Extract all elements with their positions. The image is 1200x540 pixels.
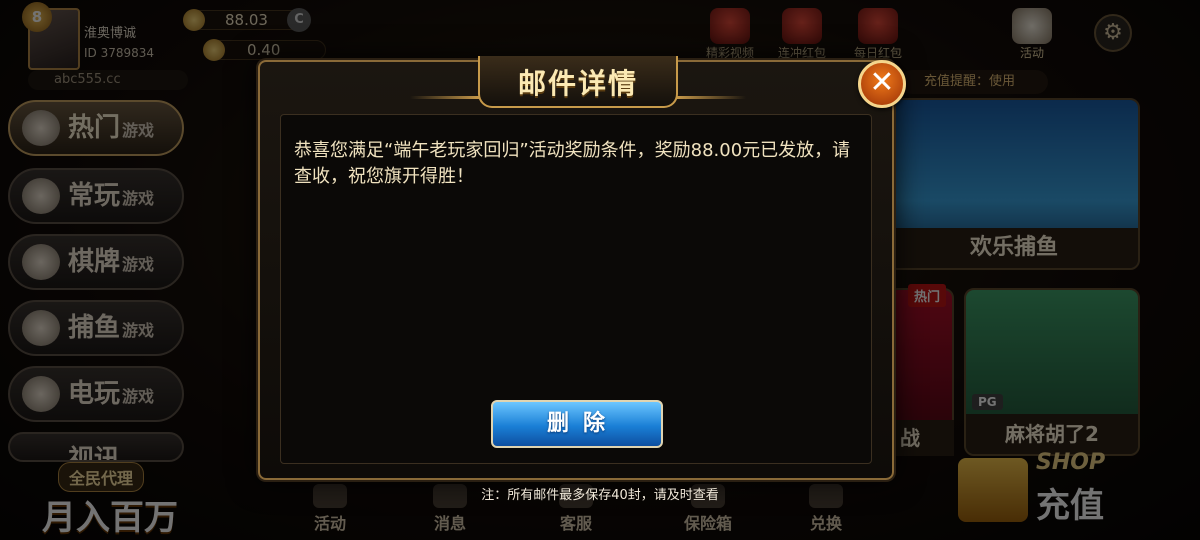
game-card-mahjong[interactable]: PG 麻将胡了2 xyxy=(964,288,1140,456)
sidebar-suffix: 游戏 xyxy=(122,255,155,274)
nav-label: 兑换 xyxy=(809,514,842,533)
hot-badge: 热门 xyxy=(908,284,947,307)
sidebar-item-fishing[interactable]: 捕鱼 游戏 xyxy=(8,300,184,356)
dice-icon xyxy=(1012,8,1052,44)
fish-icon xyxy=(22,310,60,346)
sidebar-suffix: 游戏 xyxy=(122,321,155,340)
gold-balance: 88.03 C xyxy=(183,8,311,32)
sidebar-item-hot[interactable]: 热门 游戏 xyxy=(8,100,184,156)
notice-marquee: 充值提醒：使用 xyxy=(900,70,1048,94)
sidebar-item-frequent[interactable]: 常玩 游戏 xyxy=(8,168,184,224)
coin-icon xyxy=(203,39,225,61)
top-icon-label: 活动 xyxy=(1019,46,1044,60)
top-icon-video[interactable]: 精彩视频 xyxy=(700,8,760,61)
nav-label: 消息 xyxy=(433,514,466,533)
title-ornament xyxy=(410,96,480,99)
video-icon xyxy=(710,8,750,44)
title-ornament xyxy=(676,96,746,99)
mail-detail-dialog: 邮件详情 ✕ 恭喜您满足“端午老玩家回归”活动奖励条件，奖励88.00元已发放，… xyxy=(258,56,906,480)
sidebar-suffix: 游戏 xyxy=(122,387,155,406)
delete-button[interactable]: 删除 xyxy=(491,400,663,448)
vip-badge: 8 xyxy=(22,2,52,32)
bank-balance-value: 0.40 xyxy=(247,41,281,59)
sidebar-item-arcade[interactable]: 电玩 游戏 xyxy=(8,366,184,422)
mail-footnote: 注：所有邮件最多保存40封，请及时查看 xyxy=(481,488,719,503)
sidebar-label: 棋牌 xyxy=(68,247,121,277)
refresh-balance-button[interactable]: C xyxy=(287,8,311,32)
shop-label: SHOP xyxy=(1036,450,1106,475)
site-link[interactable]: abc555.cc xyxy=(28,70,188,90)
settings-gear-icon[interactable]: ⚙ xyxy=(1094,14,1132,52)
coin-icon xyxy=(183,9,205,31)
nav-label: 活动 xyxy=(313,514,346,533)
bank-balance: 0.40 xyxy=(203,39,326,61)
sidebar-suffix: 游戏 xyxy=(122,189,155,208)
top-icon-label: 每日红包 xyxy=(853,46,902,60)
dialog-title: 邮件详情 xyxy=(517,67,638,100)
redpacket-icon xyxy=(782,8,822,44)
hot-games-icon xyxy=(22,110,60,146)
top-icon-daily-redpacket[interactable]: 每日红包 xyxy=(846,8,910,61)
dialog-title-plate: 邮件详情 xyxy=(478,56,678,108)
top-icon-label: 连冲红包 xyxy=(777,46,826,60)
mail-body-text: 恭喜您满足“端午老玩家回归”活动奖励条件，奖励88.00元已发放，请查收，祝您旗… xyxy=(294,140,851,187)
sidebar-label: 视讯 xyxy=(68,445,121,462)
top-icon-activity[interactable]: 活动 xyxy=(1000,8,1064,61)
nav-label: 保险箱 xyxy=(683,514,732,533)
puzzle-icon xyxy=(22,178,60,214)
sidebar-item-cards[interactable]: 棋牌 游戏 xyxy=(8,234,184,290)
provider-badge: PG xyxy=(972,394,1003,410)
redpacket-icon xyxy=(858,8,898,44)
sidebar-label: 电玩 xyxy=(68,379,121,409)
game-card-label: 战 xyxy=(888,420,954,456)
sidebar-item-live[interactable]: 视讯 xyxy=(8,432,184,462)
sidebar-suffix: 游戏 xyxy=(122,121,155,140)
nav-label: 客服 xyxy=(559,514,592,533)
sidebar-label: 捕鱼 xyxy=(68,313,121,343)
cards-icon xyxy=(22,244,60,280)
close-icon: ✕ xyxy=(869,65,895,100)
user-id: ID 3789834 xyxy=(84,46,155,60)
top-icon-streak-redpacket[interactable]: 连冲红包 xyxy=(770,8,834,61)
sidebar-label: 热门 xyxy=(68,113,121,143)
sidebar-label: 常玩 xyxy=(68,181,121,211)
user-name: 淮奥博诚 xyxy=(84,26,137,41)
close-button[interactable]: ✕ xyxy=(858,60,906,108)
gold-balance-value: 88.03 xyxy=(225,11,268,29)
gamepad-icon xyxy=(22,376,60,412)
top-icon-label: 精彩视频 xyxy=(705,46,754,60)
game-card-label: 欢乐捕鱼 xyxy=(890,228,1138,268)
game-card-fishing[interactable]: 欢乐捕鱼 xyxy=(888,98,1140,270)
